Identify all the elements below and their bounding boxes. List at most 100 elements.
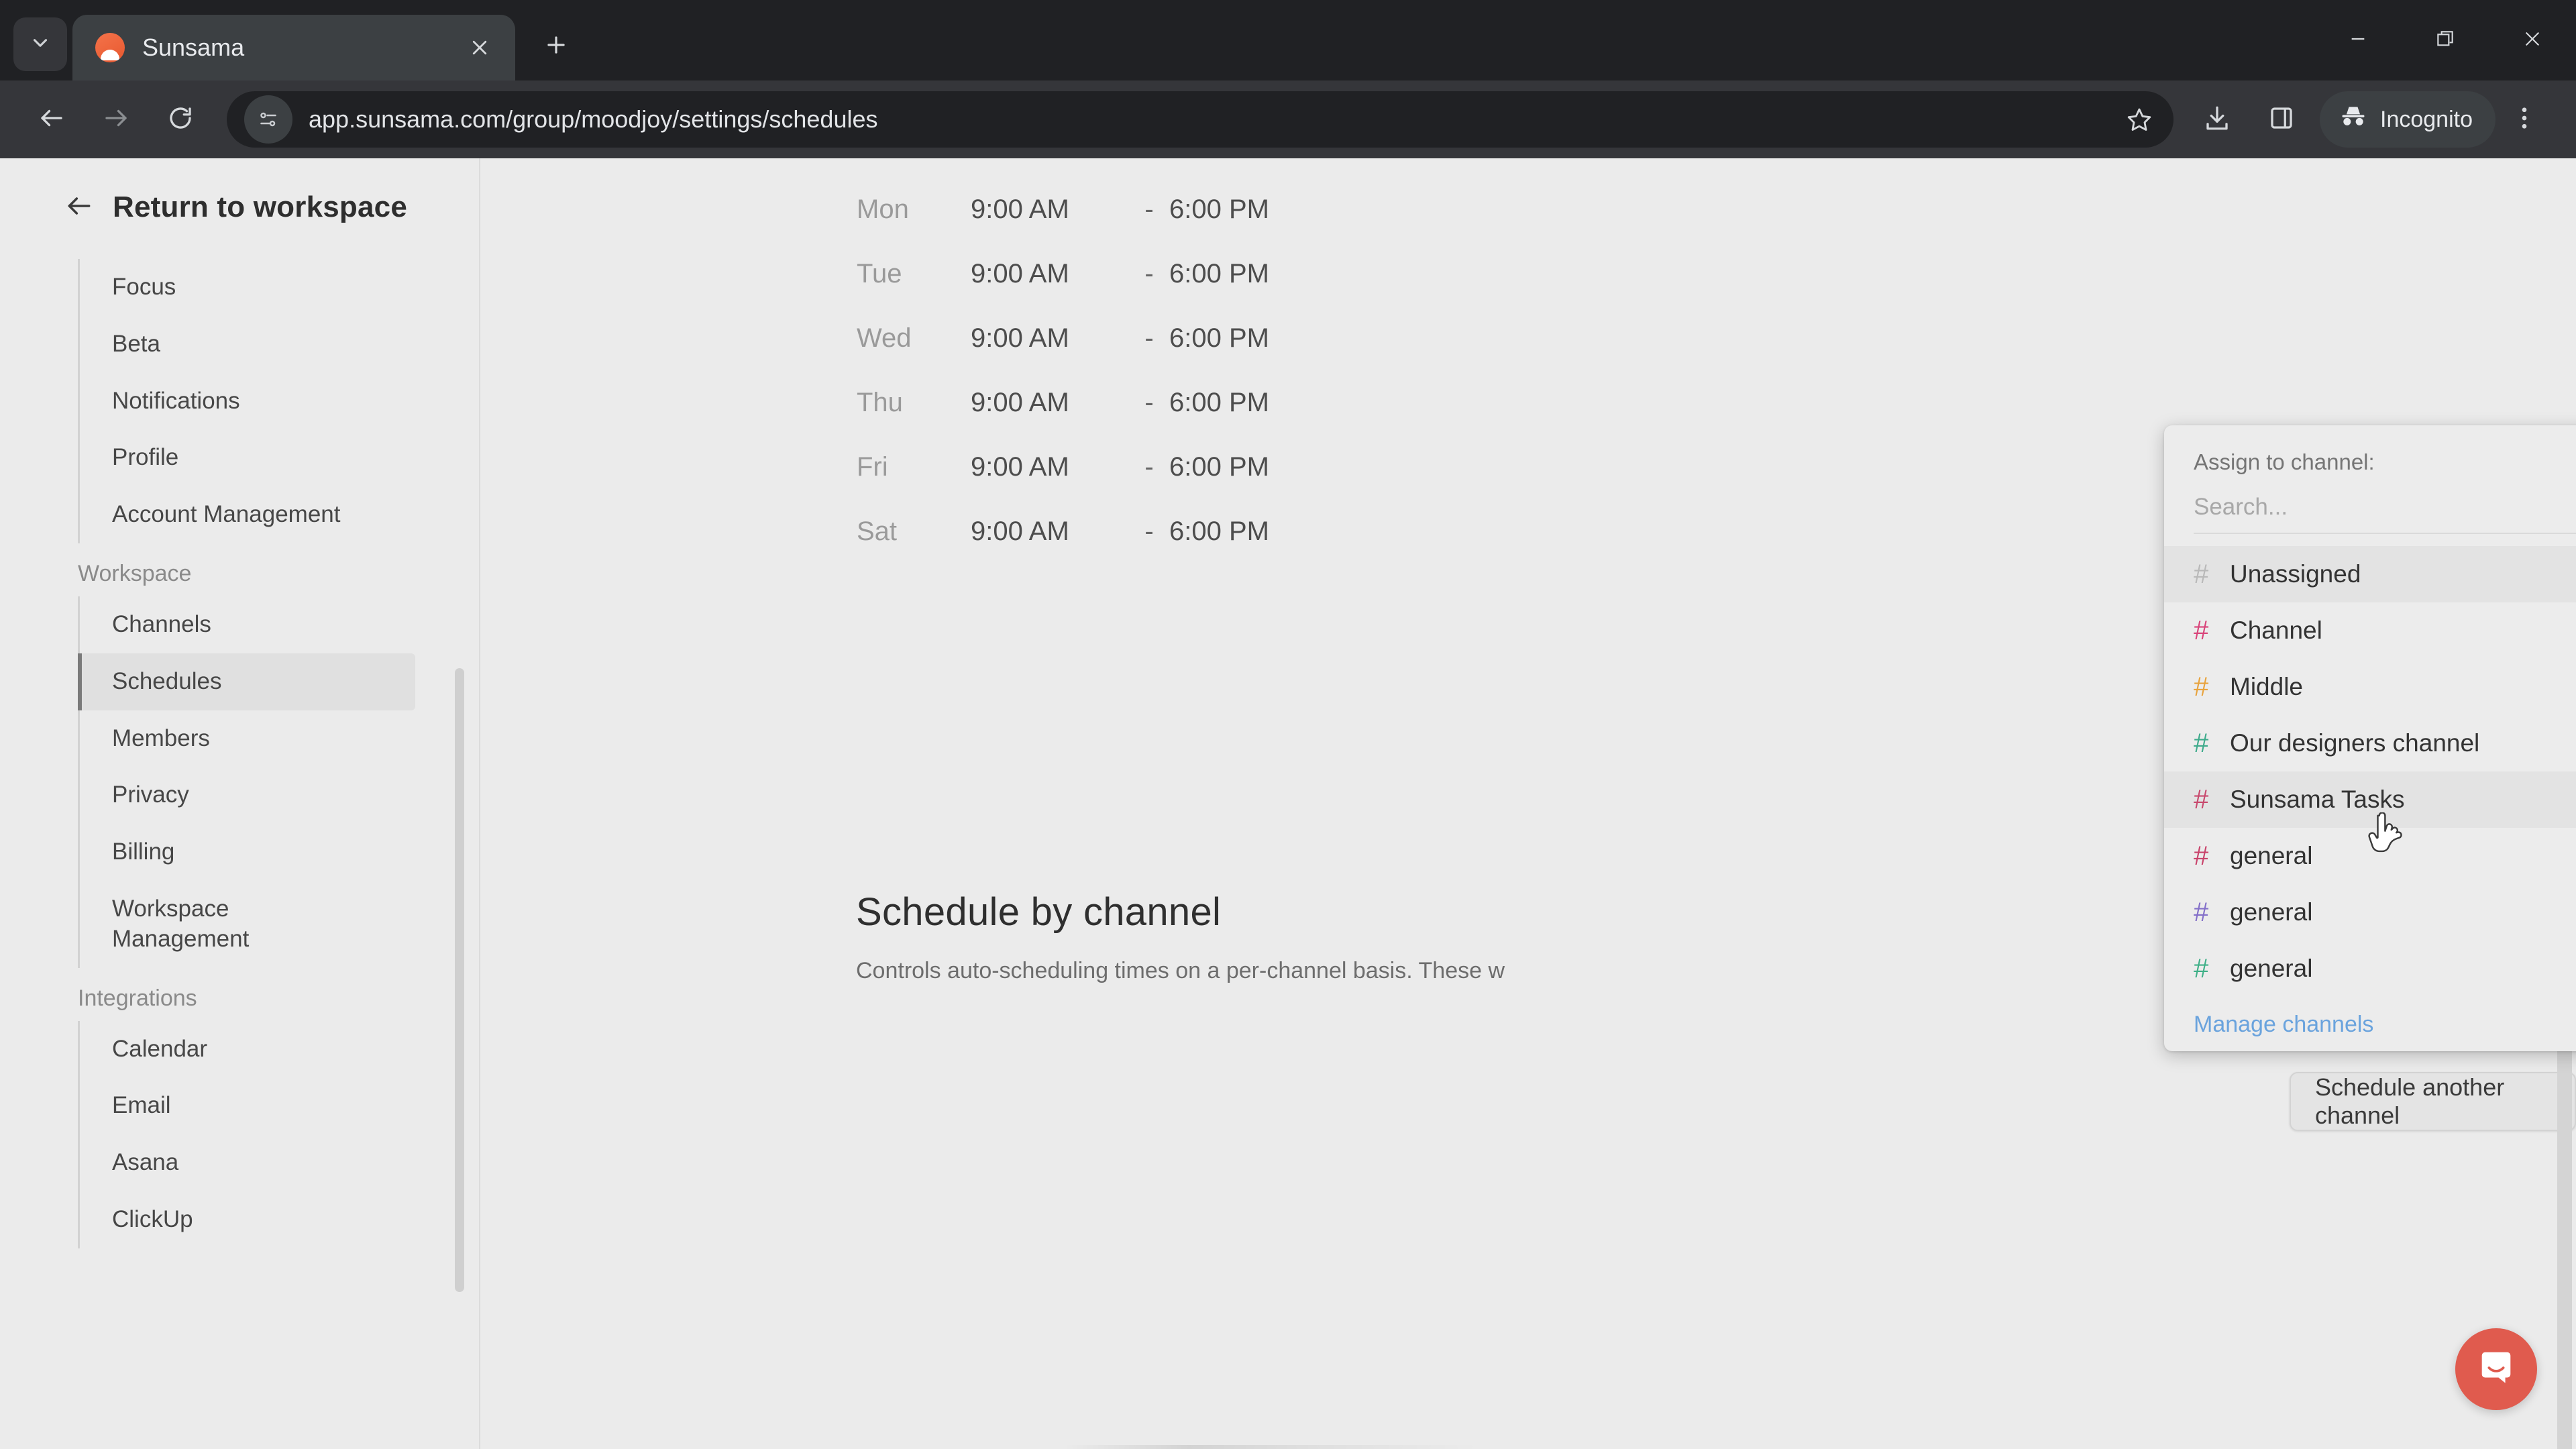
browser-toolbar: app.sunsama.com/group/moodjoy/settings/s… <box>0 80 2576 158</box>
hash-icon: # <box>2194 784 2209 814</box>
schedule-start-time[interactable]: 9:00 AM <box>971 517 1129 547</box>
schedule-start-time[interactable]: 9:00 AM <box>971 259 1129 289</box>
channel-option-unassigned[interactable]: # Unassigned <box>2164 546 2576 602</box>
table-row[interactable]: Tue 9:00 AM - 6:00 PM <box>857 241 1269 306</box>
schedule-start-time[interactable]: 9:00 AM <box>971 388 1129 418</box>
sidebar-group-label-integrations: Integrations <box>78 985 197 1011</box>
hash-icon: # <box>2194 672 2209 702</box>
sidebar-item-email[interactable]: Email <box>80 1077 479 1134</box>
sunsama-logo-icon <box>95 33 125 62</box>
sidebar-item-notifications[interactable]: Notifications <box>80 373 479 430</box>
schedule-dash: - <box>1144 258 1154 288</box>
section-description: Controls auto-scheduling times on a per-… <box>856 958 1505 983</box>
channel-name: Sunsama Tasks <box>2230 786 2405 813</box>
return-to-workspace-label: Return to workspace <box>113 191 408 223</box>
schedule-dash: - <box>1144 387 1154 417</box>
sidebar-item-account-management[interactable]: Account Management <box>80 486 479 543</box>
schedule-another-channel-button[interactable]: Schedule another channel <box>2290 1072 2576 1131</box>
return-to-workspace-button[interactable]: Return to workspace <box>0 181 479 233</box>
sidebar-item-calendar[interactable]: Calendar <box>80 1021 479 1078</box>
forward-button[interactable] <box>87 91 145 148</box>
manage-channels-link[interactable]: Manage channels <box>2164 997 2576 1042</box>
schedule-dash: - <box>1144 194 1154 224</box>
new-tab-button[interactable] <box>530 20 582 72</box>
sidebar-item-members[interactable]: Members <box>80 710 479 767</box>
schedule-end-time[interactable]: 6:00 PM <box>1169 259 1269 289</box>
star-icon[interactable] <box>2113 93 2165 146</box>
incognito-icon <box>2339 102 2368 138</box>
sidebar-item-channels[interactable]: Channels <box>80 596 479 653</box>
schedule-end-time[interactable]: 6:00 PM <box>1169 452 1269 482</box>
schedule-start-time[interactable]: 9:00 AM <box>971 452 1129 482</box>
download-icon <box>2203 104 2231 136</box>
close-window-button[interactable] <box>2489 0 2576 80</box>
browser-window: Sunsama app.sunsama.com/group/moodjoy/se… <box>0 0 2576 1449</box>
settings-main-content: Mon 9:00 AM - 6:00 PM Tue 9:00 AM - 6:00… <box>480 158 2576 1449</box>
channel-option-general-3[interactable]: # general <box>2164 941 2576 997</box>
channel-option-middle[interactable]: # Middle <box>2164 659 2576 715</box>
sidebar-group-integrations: Integrations Calendar Email Asana ClickU… <box>0 985 479 1248</box>
sidebar-item-focus[interactable]: Focus <box>80 259 479 316</box>
table-row[interactable]: Thu 9:00 AM - 6:00 PM <box>857 370 1269 435</box>
sidebar-group-personal: Focus Beta Notifications Profile Account… <box>0 259 479 543</box>
tab-search-button[interactable] <box>13 17 67 71</box>
channel-option-general-2[interactable]: # general <box>2164 884 2576 941</box>
sidebar-item-beta[interactable]: Beta <box>80 316 479 373</box>
channel-option-channel[interactable]: # Channel <box>2164 602 2576 659</box>
back-button[interactable] <box>23 91 80 148</box>
browser-menu-button[interactable] <box>2496 91 2553 148</box>
pointer-hand-cursor <box>2367 812 2407 861</box>
schedule-end-time[interactable]: 6:00 PM <box>1169 388 1269 418</box>
browser-tab[interactable]: Sunsama <box>72 15 515 80</box>
hash-icon: # <box>2194 615 2209 645</box>
assign-to-channel-dropdown: Assign to channel: # Unassigned # Ch <box>2164 425 2576 1051</box>
search-input[interactable] <box>2194 488 2576 534</box>
back-arrow-icon <box>64 191 94 224</box>
channel-name: Unassigned <box>2230 560 2361 588</box>
forward-arrow-icon <box>102 104 130 136</box>
page-settings-icon[interactable] <box>244 95 292 144</box>
dropdown-title: Assign to channel: <box>2194 449 2375 474</box>
channel-name: Channel <box>2230 616 2322 644</box>
sidebar-item-clickup[interactable]: ClickUp <box>80 1191 479 1248</box>
schedule-end-time[interactable]: 6:00 PM <box>1169 195 1269 225</box>
sidebar-item-privacy[interactable]: Privacy <box>80 767 479 824</box>
schedule-end-time[interactable]: 6:00 PM <box>1169 323 1269 354</box>
dropdown-search-wrapper <box>2164 475 2576 534</box>
table-row[interactable]: Sat 9:00 AM - 6:00 PM <box>857 499 1269 564</box>
schedule-end-time[interactable]: 6:00 PM <box>1169 517 1269 547</box>
sidebar-item-schedules[interactable]: Schedules <box>78 653 415 710</box>
side-panel-button[interactable] <box>2253 91 2310 148</box>
schedule-dash: - <box>1144 323 1154 353</box>
weekly-schedule-table: Mon 9:00 AM - 6:00 PM Tue 9:00 AM - 6:00… <box>857 177 1269 564</box>
sidebar-item-asana[interactable]: Asana <box>80 1134 479 1191</box>
sidebar-item-profile[interactable]: Profile <box>80 429 479 486</box>
sidebar-group-items: Calendar Email Asana ClickUp <box>78 1020 479 1248</box>
maximize-button[interactable] <box>2402 0 2489 80</box>
schedule-start-time[interactable]: 9:00 AM <box>971 323 1129 354</box>
page-bottom-divider <box>1064 1445 1480 1449</box>
table-row[interactable]: Fri 9:00 AM - 6:00 PM <box>857 435 1269 499</box>
url-text: app.sunsama.com/group/moodjoy/settings/s… <box>309 105 878 133</box>
reload-button[interactable] <box>152 91 209 148</box>
incognito-indicator[interactable]: Incognito <box>2320 91 2496 148</box>
intercom-messenger-button[interactable] <box>2455 1328 2537 1410</box>
table-row[interactable]: Mon 9:00 AM - 6:00 PM <box>857 177 1269 241</box>
table-row[interactable]: Wed 9:00 AM - 6:00 PM <box>857 306 1269 370</box>
minimize-button[interactable] <box>2314 0 2402 80</box>
back-arrow-icon <box>38 104 66 136</box>
schedule-start-time[interactable]: 9:00 AM <box>971 195 1129 225</box>
address-bar[interactable]: app.sunsama.com/group/moodjoy/settings/s… <box>227 91 2174 148</box>
sidebar-item-billing[interactable]: Billing <box>80 824 479 881</box>
channel-name: general <box>2230 955 2313 982</box>
close-icon[interactable] <box>462 30 498 66</box>
downloads-button[interactable] <box>2188 91 2246 148</box>
channel-option-our-designers-channel[interactable]: # Our designers channel <box>2164 715 2576 771</box>
minimize-icon <box>2347 28 2369 53</box>
sidebar-group-workspace: Workspace Channels Schedules Members Pri… <box>0 561 479 968</box>
sidebar-scrollbar[interactable] <box>455 668 464 1292</box>
schedule-dash: - <box>1144 451 1154 482</box>
sidebar-item-workspace-management[interactable]: Workspace Management <box>80 881 281 968</box>
sidebar-group-items: Channels Schedules Members Privacy Billi… <box>78 596 479 968</box>
hash-icon: # <box>2194 728 2209 758</box>
